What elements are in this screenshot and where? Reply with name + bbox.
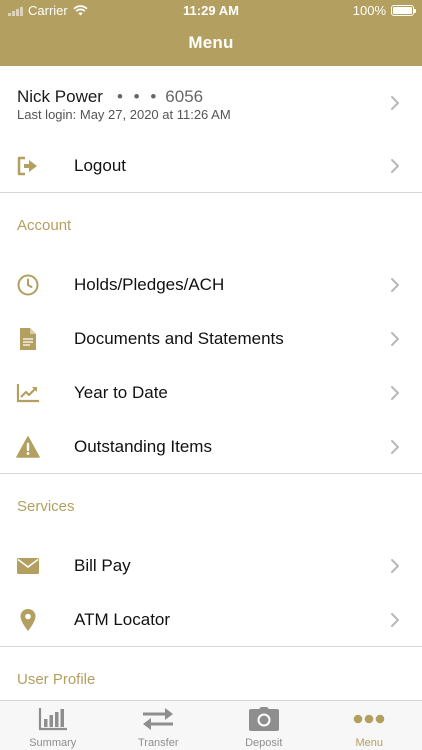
menu-item-year-to-date[interactable]: Year to Date (0, 366, 422, 420)
tab-bar: Summary Transfer Deposit Menu (0, 700, 422, 750)
menu-item-documents-statements[interactable]: Documents and Statements (0, 312, 422, 366)
chevron-right-icon (391, 332, 399, 346)
section-header-services: Services (17, 498, 75, 515)
bar-chart-icon (35, 706, 71, 732)
menu-item-label: Documents and Statements (74, 329, 284, 348)
divider (0, 473, 422, 474)
tab-label: Menu (355, 737, 384, 749)
menu-item-label: ATM Locator (74, 610, 171, 629)
clock-icon (16, 273, 40, 297)
location-pin-icon (16, 608, 40, 632)
tab-transfer[interactable]: Transfer (106, 701, 212, 750)
warning-icon (16, 435, 40, 459)
document-icon (16, 327, 40, 351)
battery-icon (391, 5, 416, 16)
menu-item-label: Bill Pay (74, 556, 131, 575)
tab-label: Deposit (245, 737, 283, 749)
chevron-right-icon (391, 386, 399, 400)
menu-item-holds-pledges-ach[interactable]: Holds/Pledges/ACH (0, 258, 422, 312)
user-line: Nick Power • • • 6056 (17, 87, 203, 107)
masked-account-dots: • • • (116, 87, 160, 106)
tab-deposit[interactable]: Deposit (211, 701, 317, 750)
user-account-row[interactable]: Nick Power • • • 6056 Last login: May 27… (0, 66, 422, 140)
chart-trend-icon (16, 381, 40, 405)
transfer-arrows-icon (140, 706, 176, 732)
tab-menu[interactable]: Menu (317, 701, 422, 750)
divider (0, 192, 422, 193)
header: Carrier 11:29 AM 100% Menu (0, 0, 422, 66)
logout-row[interactable]: Logout (0, 139, 422, 193)
chevron-right-icon (391, 613, 399, 627)
chevron-right-icon (391, 440, 399, 454)
battery-percent: 100% (352, 3, 386, 18)
account-suffix: 6056 (165, 87, 204, 106)
status-right: 100% (352, 3, 416, 18)
last-login: Last login: May 27, 2020 at 11:26 AM (17, 107, 231, 122)
user-name: Nick Power (17, 87, 103, 106)
menu-item-label: Outstanding Items (74, 437, 212, 456)
menu-item-atm-locator[interactable]: ATM Locator (0, 593, 422, 647)
divider (0, 646, 422, 647)
camera-icon (246, 706, 282, 732)
page-title: Menu (188, 33, 234, 52)
envelope-icon (16, 554, 40, 578)
tab-label: Transfer (137, 737, 179, 749)
menu-item-outstanding-items[interactable]: Outstanding Items (0, 420, 422, 474)
more-dots-icon (351, 706, 387, 732)
menu-item-bill-pay[interactable]: Bill Pay (0, 539, 422, 593)
tab-summary[interactable]: Summary (0, 701, 106, 750)
chevron-right-icon (391, 559, 399, 573)
menu-list: Nick Power • • • 6056 Last login: May 27… (0, 66, 422, 700)
logout-label: Logout (74, 156, 126, 175)
status-bar: Carrier 11:29 AM 100% (0, 0, 422, 22)
section-header-account: Account (17, 217, 72, 234)
logout-icon (16, 154, 40, 178)
tab-label: Summary (29, 737, 77, 749)
menu-item-label: Year to Date (74, 383, 168, 402)
section-header-user-profile: User Profile (17, 671, 96, 688)
chevron-right-icon (391, 278, 399, 292)
chevron-right-icon (391, 159, 399, 173)
chevron-right-icon (391, 96, 399, 110)
menu-item-label: Holds/Pledges/ACH (74, 275, 225, 294)
